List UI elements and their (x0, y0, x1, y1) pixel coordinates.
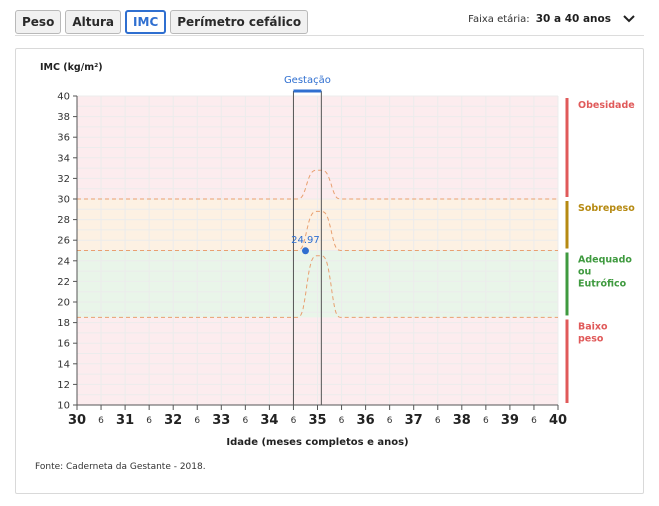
y-tick-label: 32 (57, 174, 70, 185)
x-tick-label: 32 (164, 413, 182, 428)
x-tick-label: 39 (501, 413, 519, 428)
zone-label-1: Sobrepeso (578, 203, 635, 214)
zone-label-2: ou (578, 267, 591, 278)
x-minor-tick-label: 6 (291, 416, 297, 426)
x-tick-label: 34 (260, 413, 278, 428)
y-tick-label: 34 (57, 153, 70, 164)
y-tick-label: 36 (57, 133, 70, 144)
y-tick-label: 40 (57, 92, 70, 103)
x-minor-tick-label: 6 (339, 416, 345, 426)
x-tick-label: 36 (357, 413, 375, 428)
imc-chart: 10 12 14 16 18 20 22 24 26 28 30 32 34 36 38 40 30 6 31 6 32… (40, 62, 635, 448)
x-tick-label: 37 (405, 413, 423, 428)
y-tick-label: 28 (57, 215, 70, 226)
x-tick-label: 38 (453, 413, 471, 428)
y-tick-label: 20 (57, 298, 70, 309)
x-minor-tick-label: 6 (483, 416, 489, 426)
y-axis-title: IMC (kg/m²) (40, 62, 103, 73)
y-tick-label: 24 (57, 256, 70, 267)
y-tick-label: 12 (57, 380, 70, 391)
x-minor-tick-label: 6 (98, 416, 104, 426)
y-tick-label: 10 (57, 401, 70, 412)
y-tick-label: 18 (57, 318, 70, 329)
x-tick-label: 30 (68, 413, 86, 428)
zone-label-3: Baixo (578, 321, 608, 332)
source-note: Fonte: Caderneta da Gestante - 2018. (35, 462, 206, 472)
y-tick-label: 14 (57, 359, 70, 370)
x-minor-tick-label: 6 (435, 416, 441, 426)
x-minor-tick-label: 6 (387, 416, 393, 426)
x-minor-tick-label: 6 (242, 416, 248, 426)
y-tick-label: 22 (57, 277, 70, 288)
data-point-label: 24.97 (291, 235, 320, 246)
y-tick-label: 30 (57, 195, 70, 206)
x-minor-tick-label: 6 (146, 416, 152, 426)
zone-label-3: peso (578, 333, 604, 344)
y-tick-label: 16 (57, 339, 70, 350)
x-minor-tick-label: 6 (194, 416, 200, 426)
zone-label-2: Adequado (578, 255, 632, 266)
x-tick-label: 40 (549, 413, 567, 428)
x-tick-label: 33 (212, 413, 230, 428)
y-tick-label: 38 (57, 112, 70, 123)
gestation-label: Gestação (284, 75, 331, 86)
x-axis-title: Idade (meses completos e anos) (226, 437, 408, 448)
data-point (301, 247, 309, 255)
zone-label-0: Obesidade (578, 100, 635, 111)
x-tick-label: 31 (116, 413, 134, 428)
zone-label-2: Eutrófico (578, 279, 627, 290)
x-tick-label: 35 (308, 413, 326, 428)
y-tick-label: 26 (57, 236, 70, 247)
x-minor-tick-label: 6 (531, 416, 537, 426)
